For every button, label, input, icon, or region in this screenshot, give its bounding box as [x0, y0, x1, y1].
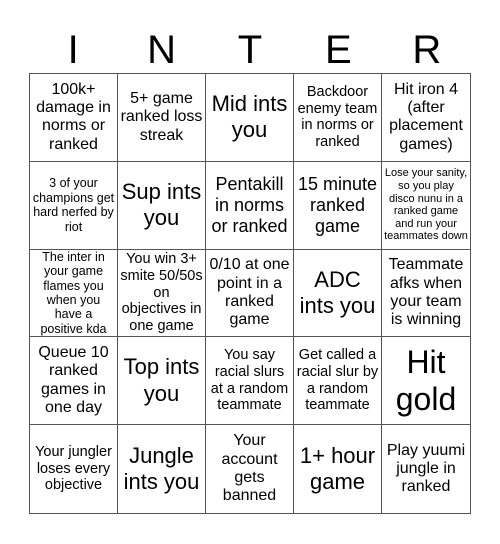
header-letter-e: E [325, 28, 352, 72]
bingo-cell[interactable]: Backdoor enemy team in norms or ranked [294, 74, 382, 162]
bingo-cell[interactable]: You say racial slurs at a random teammat… [206, 337, 294, 426]
bingo-cell[interactable]: Hit iron 4 (after placement games) [382, 74, 470, 162]
bingo-cell[interactable]: Your account gets banned [206, 425, 294, 513]
bingo-board: 100k+ damage in norms or ranked 5+ game … [29, 73, 471, 514]
header-letter-i: I [67, 28, 79, 72]
bingo-cell[interactable]: 1+ hour game [294, 425, 382, 513]
header-letter-n: N [147, 28, 177, 72]
bingo-cell[interactable]: Hit gold [382, 337, 470, 426]
bingo-cell[interactable]: ADC ints you [294, 249, 382, 338]
bingo-cell[interactable]: Mid ints you [206, 74, 294, 162]
header-letter-r: R [412, 28, 442, 72]
bingo-cell[interactable]: 5+ game ranked loss streak [118, 74, 206, 162]
bingo-cell[interactable]: 15 minute ranked game [294, 161, 382, 250]
bingo-cell[interactable]: Your jungler loses every objective [30, 425, 118, 513]
bingo-cell[interactable]: Lose your sanity, so you play disco nunu… [382, 162, 470, 250]
bingo-cell[interactable]: 0/10 at one point in a ranked game [206, 249, 294, 338]
bingo-cell[interactable]: Play yuumi jungle in ranked [382, 425, 470, 513]
bingo-cell[interactable]: Jungle ints you [118, 425, 206, 513]
header-letter-t: T [237, 28, 263, 72]
bingo-header: I N T E R [29, 28, 471, 73]
bingo-cell[interactable]: 3 of your champions get hard nerfed by r… [30, 161, 118, 250]
bingo-cell[interactable]: The inter in your game flames you when y… [30, 249, 118, 338]
bingo-cell[interactable]: You win 3+ smite 50/50s on objectives in… [118, 249, 206, 338]
bingo-cell[interactable]: Teammate afks when your team is winning [382, 250, 470, 338]
bingo-cell[interactable]: Queue 10 ranked games in one day [30, 337, 118, 426]
bingo-cell[interactable]: Pentakill in norms or ranked [206, 161, 294, 250]
bingo-cell[interactable]: Get called a racial slur by a random tea… [294, 337, 382, 426]
bingo-cell[interactable]: Top ints you [118, 337, 206, 426]
bingo-cell[interactable]: 100k+ damage in norms or ranked [30, 74, 118, 162]
bingo-cell[interactable]: Sup ints you [118, 161, 206, 250]
